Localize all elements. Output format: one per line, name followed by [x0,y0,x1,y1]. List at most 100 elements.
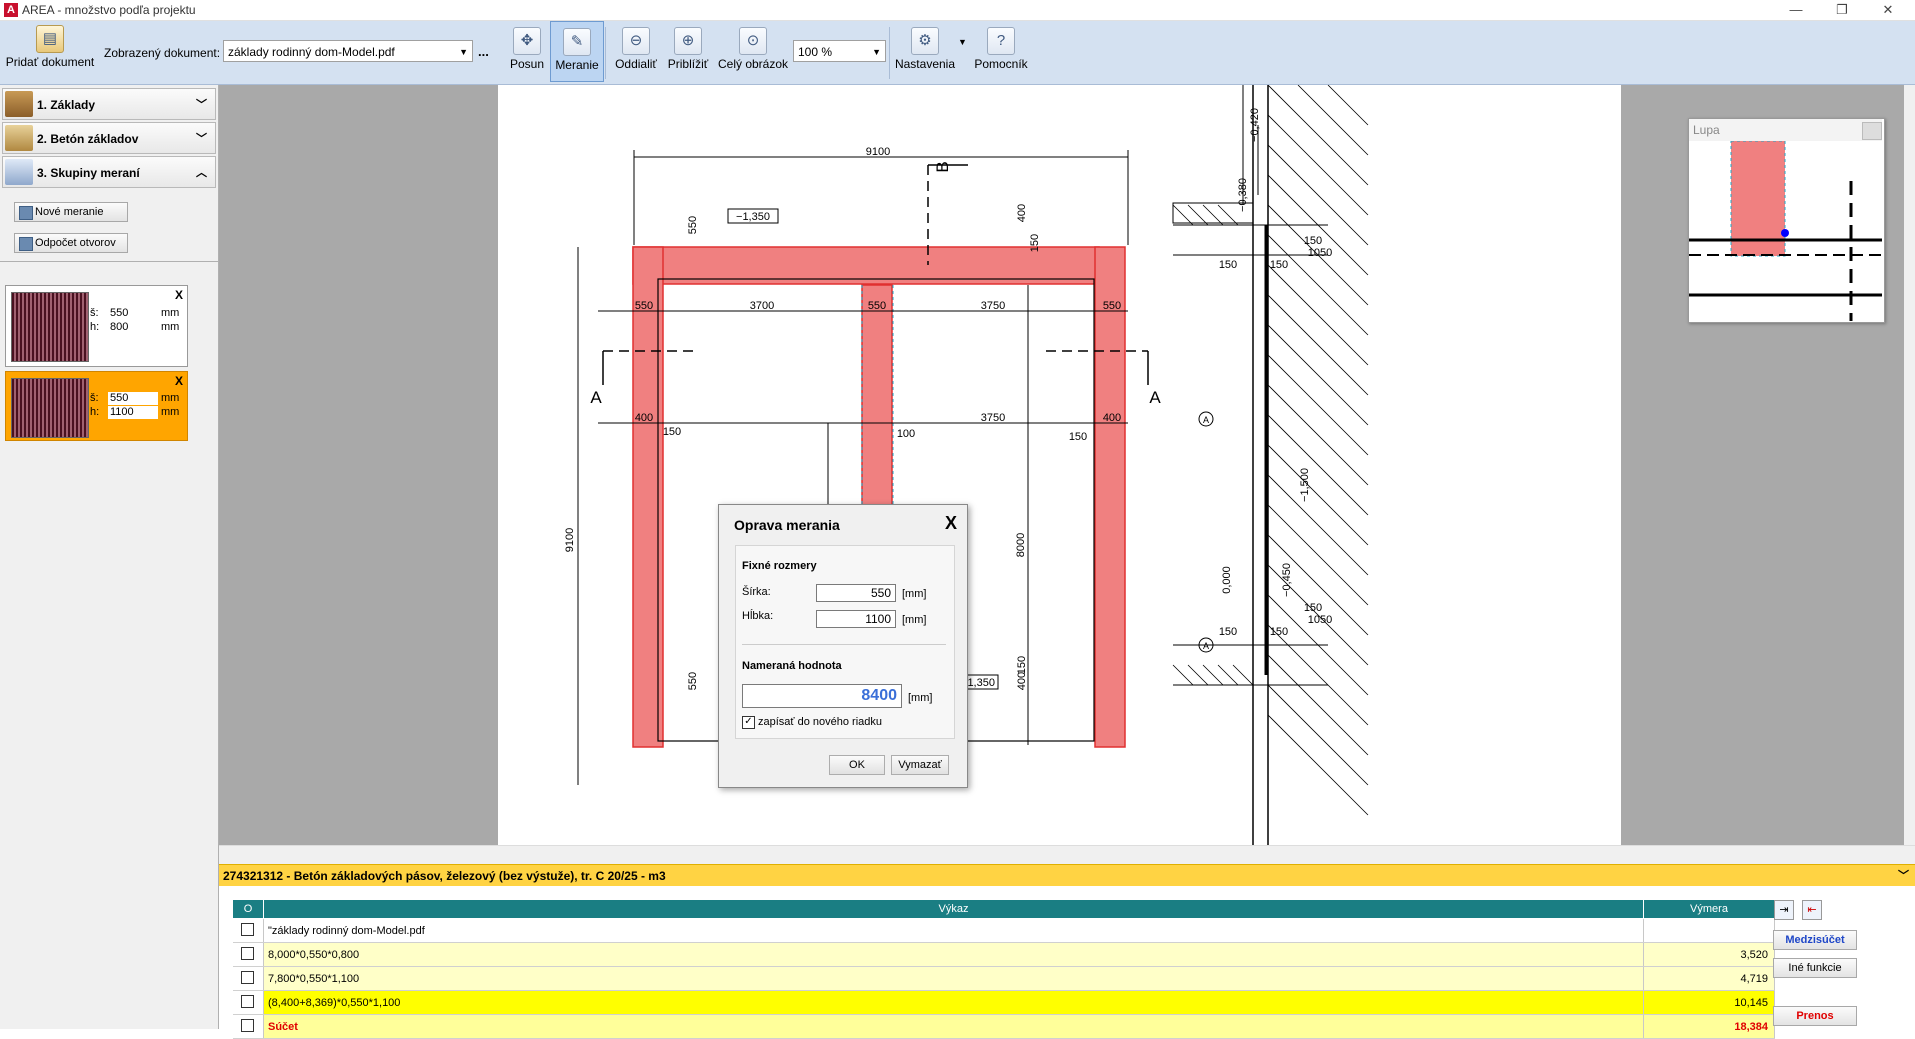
row-checkbox-cell[interactable] [232,990,264,1015]
vykaz-cell[interactable]: "základy rodinný dom-Model.pdf [263,918,1644,943]
whole-image-label: Celý obrázok [717,57,789,71]
zoom-out-button[interactable]: ⊖ Oddialiť [612,27,660,81]
measured-value-field[interactable]: 8400 [742,684,902,708]
vykaz-cell[interactable]: 7,800*0,550*1,100 [263,966,1644,991]
row-checkbox[interactable] [241,994,255,1008]
close-icon[interactable]: ✕ [1865,0,1911,20]
insert-row-icon[interactable]: ⇥ [1774,900,1794,920]
height-value[interactable]: 1100 [108,406,158,419]
width-value[interactable]: 550 [108,392,158,405]
new-measure-button[interactable]: Nové meranie [14,202,128,222]
svg-text:3700: 3700 [750,300,774,312]
svg-text:−0,420: −0,420 [1249,108,1261,142]
table-row[interactable]: 7,800*0,550*1,100 4,719 [232,966,1775,991]
depth-field[interactable]: 1100 [816,610,896,628]
svg-text:150: 150 [1219,259,1237,271]
measure-card-selected[interactable]: X š: 550 mm h: 1100 mm [5,371,188,441]
column-header-vykaz: Výkaz [263,899,1644,919]
minimize-icon[interactable]: — [1773,0,1819,20]
height-value[interactable]: 800 [108,321,158,334]
sum-value: 18,384 [1643,1014,1775,1039]
card-close-icon[interactable]: X [175,288,183,302]
dialog-content: Fixné rozmery Šírka: 550 [mm] Hĺbka: 110… [735,545,955,739]
unit-label: mm [161,406,180,418]
helper-button[interactable]: ? Pomocník [970,27,1032,81]
section-skupiny-merani[interactable]: 3. Skupiny meraní ︿ [2,156,216,188]
svg-text:−0,450: −0,450 [1281,563,1293,597]
row-checkbox-cell[interactable] [232,966,264,991]
svg-text:8000: 8000 [1015,533,1027,557]
section-label: 1. Základy [37,98,96,112]
svg-text:150: 150 [1069,431,1087,443]
section-zaklady[interactable]: 1. Základy ﹀ [2,88,216,120]
fixed-dims-label: Fixné rozmery [742,560,817,572]
pan-label: Posun [509,57,545,71]
add-document-button[interactable]: ▤ Pridať dokument [2,25,98,79]
section-beton-zakladov[interactable]: 2. Betón základov ﹀ [2,122,216,154]
pan-button[interactable]: ✥ Posun [507,27,547,81]
card-close-icon[interactable]: X [175,374,183,388]
chevron-down-icon: ﹀ [196,133,207,145]
document-select[interactable]: základy rodinný dom-Model.pdf ▼ [223,40,473,62]
svg-text:150: 150 [1029,234,1041,252]
table-row-selected[interactable]: (8,400+8,369)*0,550*1,100 10,145 [232,990,1775,1015]
depth-label: Hĺbka: [742,610,774,622]
browse-button[interactable]: ... [478,44,489,59]
zoom-in-button[interactable]: ⊕ Priblížiť [665,27,711,81]
settings-button[interactable]: ⚙ Nastavenia [893,27,957,81]
whole-image-button[interactable]: ⊙ Celý obrázok [716,27,790,81]
magnifier-close-icon[interactable] [1862,122,1882,140]
toolbar-separator [605,27,606,79]
row-checkbox[interactable] [241,1018,255,1032]
ok-button[interactable]: OK [829,755,885,775]
other-functions-button[interactable]: Iné funkcie [1773,958,1857,978]
svg-text:100: 100 [897,428,915,440]
row-checkbox[interactable] [241,970,255,984]
delete-button[interactable]: Vymazať [891,755,949,775]
svg-text:0,000: 0,000 [1221,566,1233,594]
chevron-down-icon: ▼ [872,47,881,57]
restore-icon[interactable]: ❐ [1819,0,1865,20]
width-label: Šírka: [742,586,771,598]
section-label: 2. Betón základov [37,132,139,146]
zoom-select[interactable]: 100 % ▼ [793,40,886,62]
divider [742,644,946,645]
dialog-close-icon[interactable]: X [945,513,957,534]
zoom-select-value: 100 % [798,45,833,59]
settings-dropdown-icon[interactable]: ▼ [958,37,967,47]
drawing-canvas[interactable]: 9100 9100 3700 3750 3750 550 550 550 550… [219,85,1904,845]
width-value[interactable]: 550 [108,307,158,320]
width-field[interactable]: 550 [816,584,896,602]
svg-text:150: 150 [663,426,681,438]
measure-label: Meranie [555,58,599,72]
measure-card[interactable]: X š: 550 mm h: 800 mm [5,285,188,367]
zoom-in-label: Priblížiť [667,57,709,71]
quantity-panel: O Výkaz Výmera "základy rodinný dom-Mode… [219,886,1915,1039]
measure-button[interactable]: ✎ Meranie [550,21,604,82]
horizontal-scrollbar[interactable] [219,845,1915,864]
svg-text:−1,500: −1,500 [1299,468,1311,502]
vykaz-cell[interactable]: 8,000*0,550*0,800 [263,942,1644,967]
svg-text:3750: 3750 [981,412,1005,424]
table-row[interactable]: "základy rodinný dom-Model.pdf [232,918,1775,943]
transfer-button[interactable]: Prenos [1773,1006,1857,1026]
table-row[interactable]: 8,000*0,550*0,800 3,520 [232,942,1775,967]
vertical-scrollbar[interactable] [1904,85,1915,845]
delete-row-icon[interactable]: ⇤ [1802,900,1822,920]
subtotal-button[interactable]: Medzisúčet [1773,930,1857,950]
vykaz-cell[interactable]: (8,400+8,369)*0,550*1,100 [263,990,1644,1015]
item-header[interactable]: 274321312 - Betón základových pásov, žel… [219,864,1915,886]
subtract-openings-button[interactable]: Odpočet otvorov [14,233,128,253]
row-checkbox[interactable] [241,946,255,960]
row-checkbox[interactable] [241,922,255,936]
row-checkbox-cell[interactable] [232,942,264,967]
new-row-checkbox[interactable]: ✓ [742,716,755,729]
dialog-title: Oprava merania [734,517,840,533]
svg-text:A: A [1203,415,1209,425]
chevron-down-icon[interactable]: ﹀ [1898,865,1909,887]
group-icon [5,159,33,185]
row-checkbox-cell[interactable] [232,1014,264,1039]
table-row-sum[interactable]: Súčet 18,384 [232,1014,1775,1039]
title-bar: A AREA - množstvo podľa projektu — ❐ ✕ [0,0,1915,21]
row-checkbox-cell[interactable] [232,918,264,943]
